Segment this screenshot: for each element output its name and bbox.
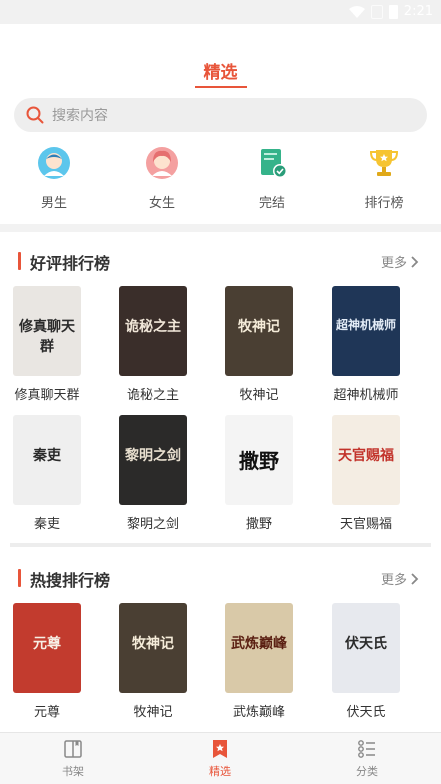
book-cover: 元尊 xyxy=(13,603,81,693)
search-placeholder: 搜索内容 xyxy=(52,108,108,124)
section-divider xyxy=(0,224,441,232)
bookshelf-icon xyxy=(64,740,82,758)
section-header-trending: 热搜排行榜 更多 xyxy=(0,567,441,591)
category-label: 男生 xyxy=(40,196,67,211)
search-bar[interactable]: 搜索内容 xyxy=(14,98,427,132)
book-item[interactable]: 牧神记 牧神记 xyxy=(219,286,299,403)
book-cover: 黎明之剑 xyxy=(119,415,187,505)
book-cover: 秦吏 xyxy=(13,415,81,505)
book-item[interactable]: 撒野 撒野 xyxy=(219,415,299,532)
book-title: 天官赐福 xyxy=(339,517,392,532)
book-cover: 牧神记 xyxy=(225,286,293,376)
book-title: 黎明之剑 xyxy=(126,517,179,532)
book-item[interactable]: 诡秘之主 诡秘之主 xyxy=(113,286,193,403)
chevron-right-icon xyxy=(411,572,419,585)
cover-title: 黎明之剑 xyxy=(125,448,181,464)
book-cover: 牧神记 xyxy=(119,603,187,693)
signal-icon xyxy=(370,4,383,19)
bottom-nav: 书架 精选 分类 xyxy=(0,732,441,784)
category-label: 完结 xyxy=(258,196,285,211)
more-button[interactable]: 更多 xyxy=(381,252,419,271)
cover-title: 伏天氏 xyxy=(345,636,387,652)
book-title: 诡秘之主 xyxy=(126,388,179,403)
status-bar: 2:21 xyxy=(0,0,441,24)
cover-title: 牧神记 xyxy=(238,319,280,335)
cover-title: 牧神记 xyxy=(132,636,174,652)
more-label: 更多 xyxy=(380,256,407,271)
nav-label: 分类 xyxy=(356,765,378,778)
cover-title: 元尊 xyxy=(33,636,61,652)
chevron-right-icon xyxy=(411,255,419,268)
book-cover: 武炼巅峰 xyxy=(225,603,293,693)
book-title: 超神机械师 xyxy=(333,388,399,403)
more-button[interactable]: 更多 xyxy=(381,569,419,588)
book-item[interactable]: 牧神记 牧神记 xyxy=(113,603,193,720)
book-item[interactable]: 伏天氏 伏天氏 xyxy=(326,603,406,720)
more-label: 更多 xyxy=(380,573,407,588)
book-item[interactable]: 超神机械师 超神机械师 xyxy=(326,286,406,403)
category-list-icon xyxy=(358,740,375,758)
book-title: 伏天氏 xyxy=(346,705,386,720)
nav-label: 精选 xyxy=(209,765,231,778)
book-title: 修真聊天群 xyxy=(14,388,80,403)
section-accent-bar xyxy=(18,569,21,587)
book-cover: 修真聊天群 xyxy=(13,286,81,376)
section-title: 好评排行榜 xyxy=(30,254,111,273)
section-divider xyxy=(10,543,431,547)
cover-title: 超神机械师 xyxy=(335,318,396,332)
nav-featured[interactable]: 精选 xyxy=(180,739,260,779)
female-avatar-icon xyxy=(146,147,178,179)
nav-category[interactable]: 分类 xyxy=(327,739,407,779)
category-male[interactable]: 男生 xyxy=(14,146,94,211)
section-title: 热搜排行榜 xyxy=(30,571,111,590)
book-item[interactable]: 修真聊天群 修真聊天群 xyxy=(7,286,87,403)
trophy-icon xyxy=(369,150,399,176)
featured-icon xyxy=(213,740,227,758)
status-time: 2:21 xyxy=(403,4,433,19)
book-cover: 天官赐福 xyxy=(332,415,400,505)
top-header: 精选 xyxy=(0,24,441,92)
section-header-top-rated: 好评排行榜 更多 xyxy=(0,250,441,274)
book-title: 元尊 xyxy=(33,705,60,720)
section-accent-bar xyxy=(18,252,21,270)
book-item[interactable]: 黎明之剑 黎明之剑 xyxy=(113,415,193,532)
completed-book-icon xyxy=(261,149,287,178)
category-label: 女生 xyxy=(148,196,175,211)
cover-title: 天官赐福 xyxy=(338,448,394,464)
book-item[interactable]: 武炼巅峰 武炼巅峰 xyxy=(219,603,299,720)
wifi-icon xyxy=(348,5,365,18)
book-title: 撒野 xyxy=(245,517,272,532)
book-cover: 超神机械师 xyxy=(332,286,400,376)
book-title: 牧神记 xyxy=(239,388,279,403)
category-female[interactable]: 女生 xyxy=(122,146,202,211)
male-avatar-icon xyxy=(38,147,70,179)
tab-indicator xyxy=(195,86,247,88)
book-item[interactable]: 天官赐福 天官赐福 xyxy=(326,415,406,532)
book-title: 秦吏 xyxy=(33,517,60,532)
nav-label: 书架 xyxy=(62,765,84,778)
tab-featured[interactable]: 精选 xyxy=(0,58,441,83)
book-item[interactable]: 元尊 元尊 xyxy=(7,603,87,720)
category-shortcuts: 男生 女生 完结 排行榜 xyxy=(0,146,441,216)
book-title: 牧神记 xyxy=(133,705,173,720)
cover-title: 修真聊天群 xyxy=(19,319,75,355)
book-cover: 诡秘之主 xyxy=(119,286,187,376)
book-item[interactable]: 秦吏 秦吏 xyxy=(7,415,87,532)
search-icon xyxy=(26,106,44,124)
category-completed[interactable]: 完结 xyxy=(232,146,312,211)
book-cover: 伏天氏 xyxy=(332,603,400,693)
category-ranking[interactable]: 排行榜 xyxy=(344,146,424,211)
book-cover: 撒野 xyxy=(225,415,293,505)
cover-title: 撒野 xyxy=(239,449,279,473)
nav-bookshelf[interactable]: 书架 xyxy=(33,739,113,779)
category-label: 排行榜 xyxy=(364,196,404,211)
cover-title: 武炼巅峰 xyxy=(231,636,287,652)
cover-title: 秦吏 xyxy=(33,448,61,464)
book-title: 武炼巅峰 xyxy=(232,705,285,720)
cover-title: 诡秘之主 xyxy=(125,319,181,335)
battery-icon xyxy=(388,4,398,19)
